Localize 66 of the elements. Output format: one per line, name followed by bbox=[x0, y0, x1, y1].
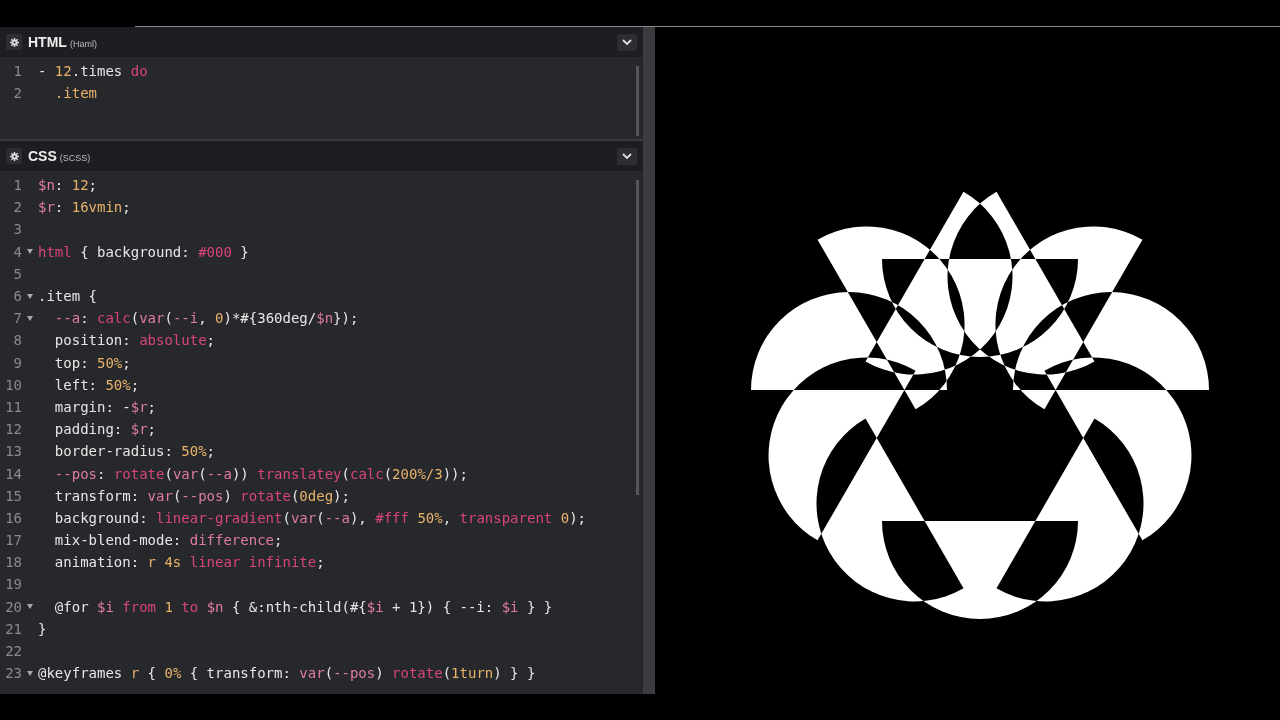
settings-button[interactable] bbox=[6, 34, 22, 50]
line-number: 11 bbox=[4, 398, 22, 415]
line-number: 10 bbox=[4, 376, 22, 393]
line-number: 9 bbox=[12, 354, 22, 371]
syntax-label: (Haml) bbox=[69, 38, 97, 49]
scrollbar[interactable] bbox=[636, 180, 639, 495]
line-number: 5 bbox=[12, 265, 22, 282]
code-line: @for $i from 1 to $n { &:nth-child(#{$i + 1}) { --i: $i } } bbox=[53, 598, 553, 615]
code-line: --pos: rotate(var(--a)) translatey(calc(200%/3)); bbox=[53, 465, 468, 482]
line-number: 12 bbox=[4, 421, 22, 438]
line-number: 22 bbox=[4, 643, 22, 660]
code-line: padding: $r; bbox=[53, 421, 156, 438]
code-line: border-radius: 50%; bbox=[53, 443, 216, 460]
fold-arrow-icon[interactable] bbox=[27, 315, 33, 321]
code-line: position: absolute; bbox=[53, 332, 216, 349]
line-number: 1 bbox=[12, 177, 22, 194]
line-number: 2 bbox=[12, 85, 22, 102]
line-number: 1 bbox=[12, 63, 22, 80]
line-number: 6 bbox=[12, 288, 22, 305]
collapse-button[interactable] bbox=[617, 147, 637, 165]
code-line: margin: -$r; bbox=[53, 398, 156, 415]
line-number: 15 bbox=[4, 487, 22, 504]
line-number: 20 bbox=[4, 598, 22, 615]
code-line: @keyframes r { 0% { transform: var(--pos) rotate(1turn) } } bbox=[38, 665, 536, 682]
line-number: 21 bbox=[4, 620, 22, 637]
code-line: background: linear-gradient(var(--a), #fff 50%, transparent 0); bbox=[53, 509, 586, 526]
code-line: } bbox=[38, 620, 47, 637]
line-number: 19 bbox=[4, 576, 22, 593]
code-line: - 12.times do bbox=[38, 63, 148, 80]
scrollbar[interactable] bbox=[636, 66, 639, 136]
line-number: 4 bbox=[12, 243, 22, 260]
settings-icon bbox=[9, 37, 19, 47]
chevron-down-icon bbox=[622, 152, 632, 160]
code-line: animation: r 4s linear infinite; bbox=[53, 554, 325, 571]
line-number: 7 bbox=[12, 310, 22, 327]
line-number: 18 bbox=[4, 554, 22, 571]
resize-handle[interactable] bbox=[643, 27, 655, 694]
line-number: 2 bbox=[12, 199, 22, 216]
code-line: mix-blend-mode: difference; bbox=[53, 532, 283, 549]
code-line: $n: 12; bbox=[38, 177, 97, 194]
line-number: 17 bbox=[4, 532, 22, 549]
settings-button[interactable] bbox=[6, 148, 22, 164]
line-number: 23 bbox=[4, 665, 22, 682]
fold-arrow-icon[interactable] bbox=[27, 670, 33, 676]
code-line: transform: var(--pos) rotate(0deg); bbox=[53, 487, 350, 504]
fold-arrow-icon[interactable] bbox=[27, 604, 33, 610]
line-number: 3 bbox=[12, 221, 22, 238]
code-line: .item { bbox=[38, 288, 97, 305]
code-line: $r: 16vmin; bbox=[38, 199, 131, 216]
code-line: .item bbox=[53, 85, 97, 102]
collapse-button[interactable] bbox=[617, 33, 637, 51]
line-number: 8 bbox=[12, 332, 22, 349]
code-line: left: 50%; bbox=[53, 376, 140, 393]
code-line: --a: calc(var(--i, 0)*#{360deg/$n}); bbox=[53, 310, 359, 327]
code-line: html { background: #000 } bbox=[38, 243, 249, 260]
settings-icon bbox=[9, 151, 19, 161]
syntax-label: (SCSS) bbox=[59, 152, 91, 163]
fold-arrow-icon[interactable] bbox=[27, 249, 33, 255]
line-number: 16 bbox=[4, 509, 22, 526]
chevron-down-icon bbox=[622, 38, 632, 46]
panel-title: HTML bbox=[28, 34, 67, 50]
panel-title: CSS bbox=[28, 148, 57, 164]
fold-arrow-icon[interactable] bbox=[27, 293, 33, 299]
line-number: 14 bbox=[4, 465, 22, 482]
line-number: 13 bbox=[4, 443, 22, 460]
code-line: top: 50%; bbox=[53, 354, 131, 371]
